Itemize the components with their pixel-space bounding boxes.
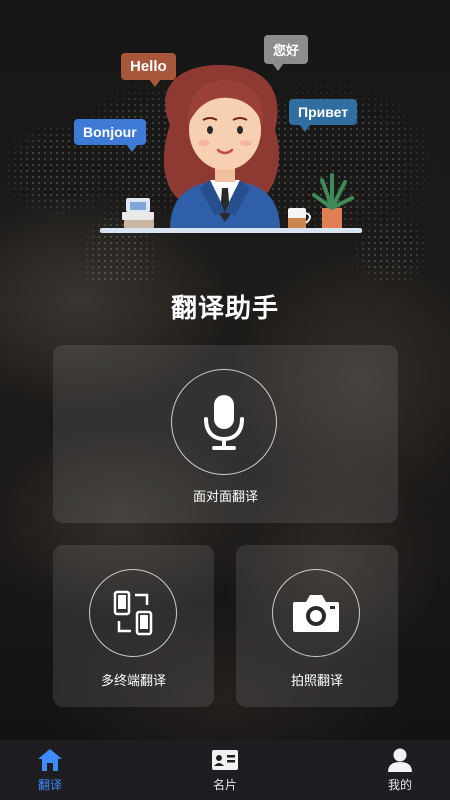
tab-profile-label: 我的 [387, 778, 412, 792]
multi-device-button[interactable] [89, 569, 177, 657]
camera-button[interactable] [272, 569, 360, 657]
greeting-bubble-nihao: 您好 [264, 35, 309, 71]
tab-business-card-label: 名片 [212, 778, 237, 792]
tab-profile[interactable]: 我的 [350, 740, 450, 793]
multi-device-label: 多终端翻译 [100, 674, 166, 689]
multi-device-icon [113, 590, 153, 636]
tab-translate-label: 翻译 [37, 778, 62, 792]
multi-device-translate-card[interactable]: 多终端翻译 [53, 545, 214, 707]
microphone-button[interactable] [171, 369, 277, 475]
photo-translate-card[interactable]: 拍照翻译 [236, 545, 398, 707]
business-card-icon [212, 750, 238, 770]
face-to-face-label: 面对面翻译 [192, 490, 258, 505]
face-to-face-translate-card[interactable]: 面对面翻译 [53, 345, 398, 523]
bottom-tab-bar: 翻译 名片 我的 [0, 740, 450, 800]
greeting-bubble-bonjour: Bonjour [74, 119, 146, 152]
app-title: 翻译助手 [170, 294, 279, 324]
microphone-icon [204, 395, 244, 450]
tab-business-card[interactable]: 名片 [175, 740, 275, 793]
greeting-bubble-privet: Привет [289, 99, 358, 132]
greeting-bubble-hello: Hello [121, 53, 176, 87]
camera-icon [293, 595, 339, 632]
photo-translate-label: 拍照翻译 [290, 674, 343, 689]
user-icon [388, 748, 412, 772]
home-icon [38, 749, 62, 771]
tab-translate[interactable]: 翻译 [0, 740, 100, 793]
